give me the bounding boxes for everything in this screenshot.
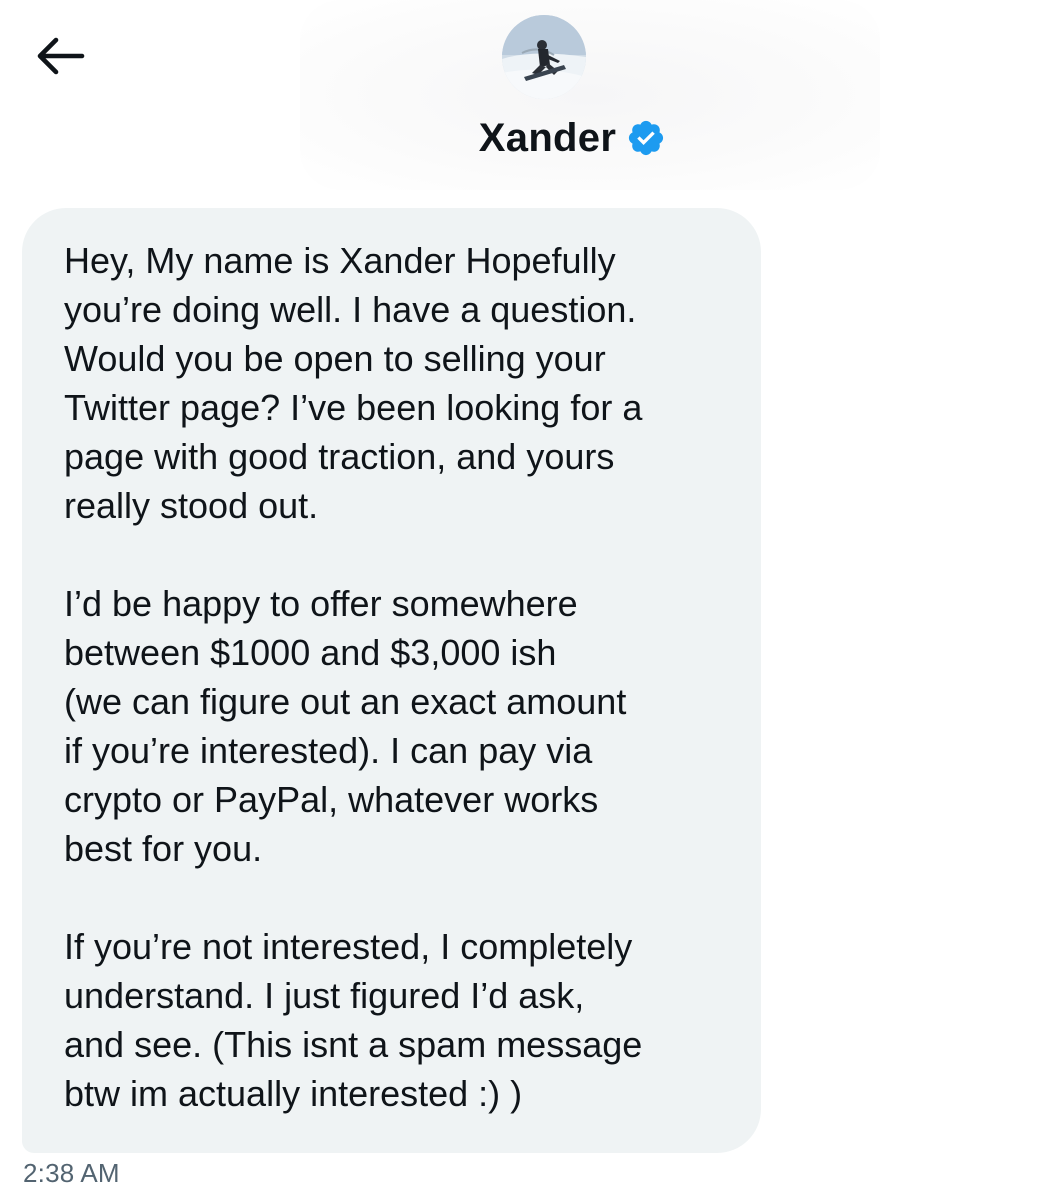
- contact-name: Xander: [478, 115, 617, 160]
- avatar[interactable]: [502, 15, 586, 99]
- message-text: Hey, My name is Xander Hopefully you’re …: [64, 240, 643, 1114]
- arrow-left-icon: [34, 34, 86, 83]
- message-bubble[interactable]: Hey, My name is Xander Hopefully you’re …: [22, 208, 761, 1153]
- profile-photo-icon: [502, 15, 586, 99]
- message-timestamp: 2:38 AM: [23, 1158, 120, 1188]
- verified-badge-icon: [626, 118, 666, 158]
- back-button[interactable]: [28, 28, 92, 88]
- contact-header[interactable]: Xander: [0, 110, 1053, 166]
- dm-conversation-screen: Xander Hey, My name is Xander Hopefully …: [0, 0, 1053, 1200]
